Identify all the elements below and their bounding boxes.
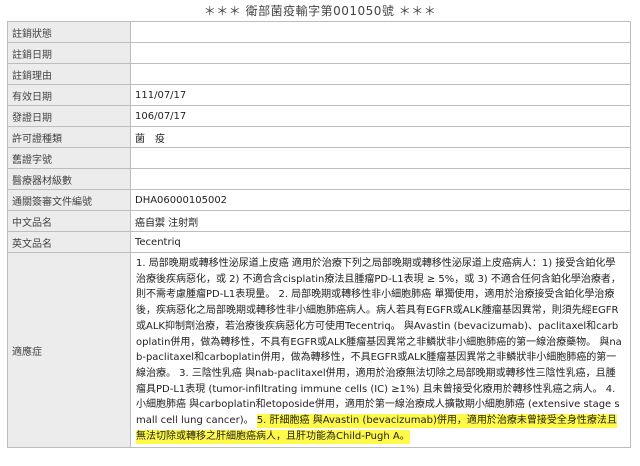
field-value: 111/07/17 xyxy=(130,84,631,106)
field-value: 106/07/17 xyxy=(130,105,631,127)
indication-text: 1. 局部晚期或轉移性泌尿道上皮癌 適用於治療下列之局部晚期或轉移性泌尿道上皮癌… xyxy=(130,252,631,448)
row-issue-date: 發證日期 106/07/17 xyxy=(7,105,631,127)
field-label: 中文品名 xyxy=(7,210,131,232)
field-value: DHA06000105002 xyxy=(130,189,631,211)
field-value xyxy=(130,21,631,43)
field-value: 癌自禦 注射劑 xyxy=(130,210,631,232)
field-label: 許可證種類 xyxy=(7,126,131,148)
field-value: Tecentriq xyxy=(130,231,631,253)
field-label: 註銷狀態 xyxy=(7,21,131,43)
field-value: 菌 疫 xyxy=(130,126,631,148)
field-label: 通關簽審文件編號 xyxy=(7,189,131,211)
field-label: 發證日期 xyxy=(7,105,131,127)
row-english-name: 英文品名 Tecentriq xyxy=(7,231,631,253)
field-label: 適應症 xyxy=(7,252,131,448)
field-label: 醫療器材級數 xyxy=(7,168,131,190)
row-customs-doc-no: 通關簽審文件編號 DHA06000105002 xyxy=(7,189,631,211)
row-indication: 適應症 1. 局部晚期或轉移性泌尿道上皮癌 適用於治療下列之局部晚期或轉移性泌尿… xyxy=(7,252,631,448)
license-info-table: 註銷狀態 註銷日期 註銷理由 有效日期 111/07/17 發證日期 106/0… xyxy=(7,21,631,448)
row-cancel-reason: 註銷理由 xyxy=(7,63,631,85)
field-label: 舊證字號 xyxy=(7,147,131,169)
field-label: 有效日期 xyxy=(7,84,131,106)
field-label: 註銷日期 xyxy=(7,42,131,64)
field-value xyxy=(130,168,631,190)
field-value xyxy=(130,42,631,64)
field-label: 英文品名 xyxy=(7,231,131,253)
row-old-license-no: 舊證字號 xyxy=(7,147,631,169)
row-expiry-date: 有效日期 111/07/17 xyxy=(7,84,631,106)
row-license-type: 許可證種類 菌 疫 xyxy=(7,126,631,148)
row-device-class: 醫療器材級數 xyxy=(7,168,631,190)
indication-main-text: 1. 局部晚期或轉移性泌尿道上皮癌 適用於治療下列之局部晚期或轉移性泌尿道上皮癌… xyxy=(136,258,622,427)
row-cancel-status: 註銷狀態 xyxy=(7,21,631,43)
page-title: ＊＊＊ 衛部菌疫輸字第001050號 ＊＊＊ xyxy=(203,4,437,18)
row-cancel-date: 註銷日期 xyxy=(7,42,631,64)
field-value xyxy=(130,63,631,85)
row-chinese-name: 中文品名 癌自禦 注射劑 xyxy=(7,210,631,232)
field-label: 註銷理由 xyxy=(7,63,131,85)
field-value xyxy=(130,147,631,169)
